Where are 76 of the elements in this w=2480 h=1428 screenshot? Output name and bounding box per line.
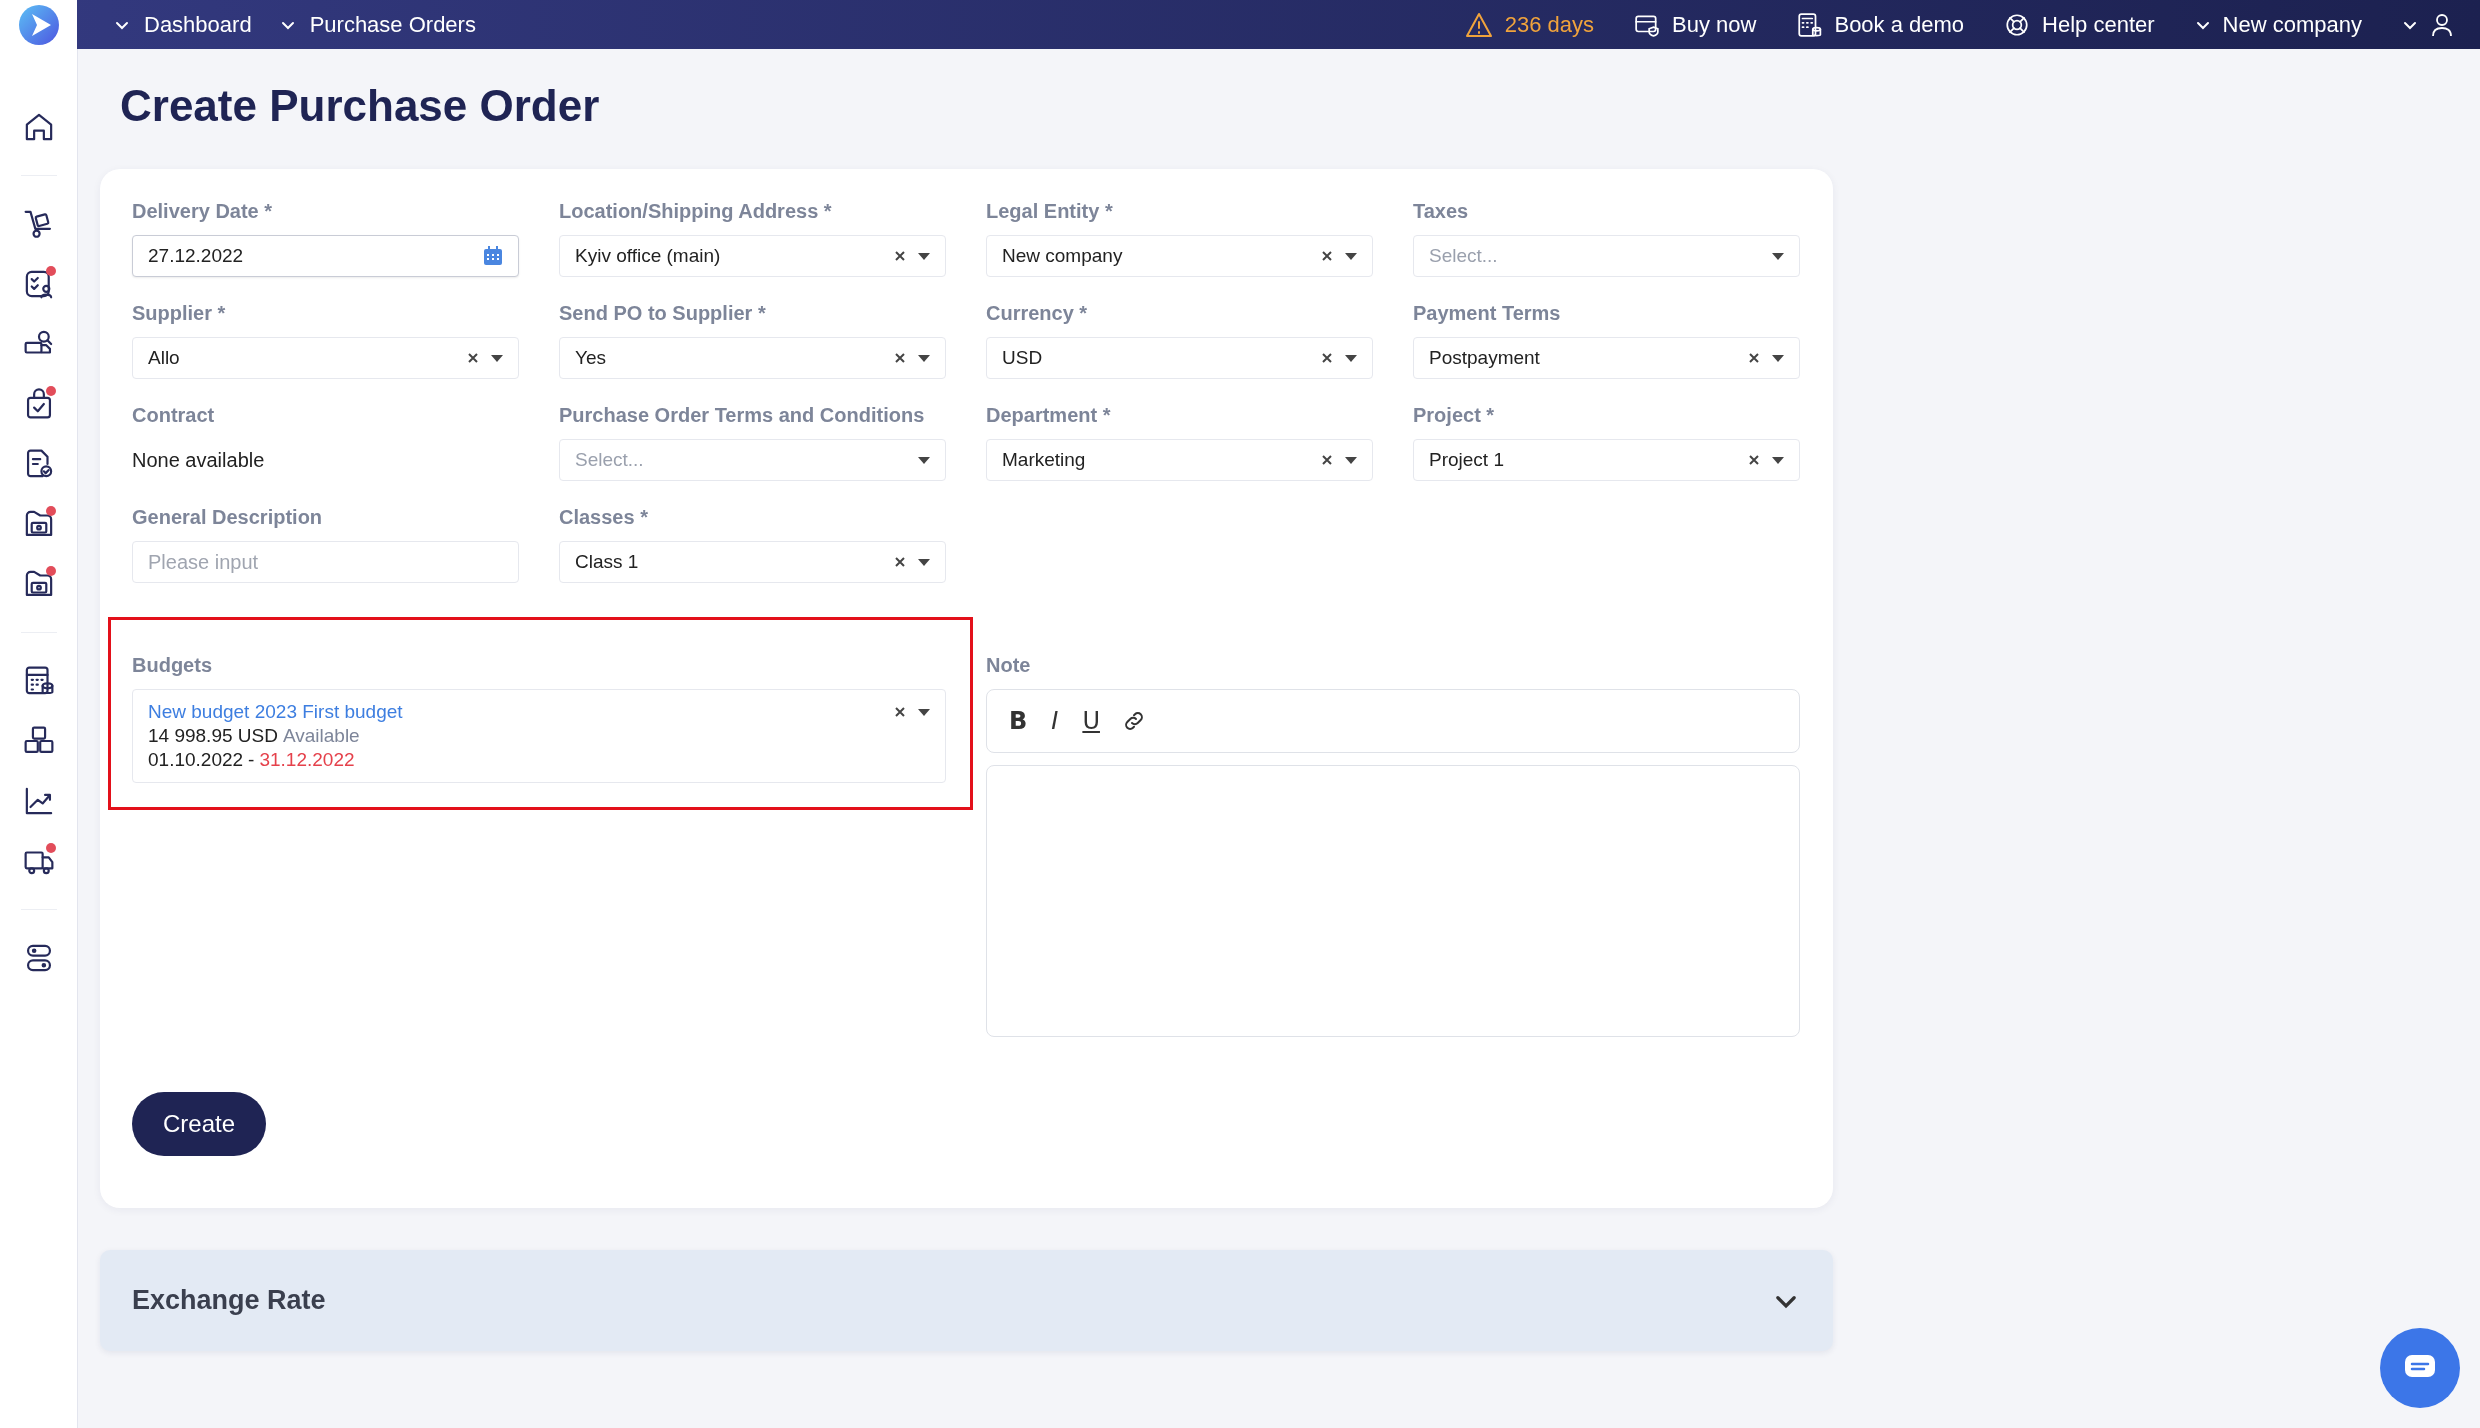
clear-icon[interactable] [893, 249, 907, 263]
input-field[interactable]: Please input [132, 541, 519, 583]
exchange-rate-panel[interactable]: Exchange Rate [100, 1250, 1833, 1351]
calculator-coins-icon[interactable] [1796, 11, 1823, 38]
clear-icon[interactable] [1747, 351, 1761, 365]
company-selector[interactable]: New company [2222, 11, 2362, 38]
format-button[interactable]: B [1007, 707, 1030, 735]
caret-icon[interactable] [917, 557, 931, 567]
topbar-link[interactable]: Buy now [1672, 11, 1757, 38]
breadcrumb-link[interactable]: Purchase Orders [309, 11, 476, 38]
caret-icon[interactable] [1771, 251, 1785, 261]
field-label: Legal Entity * [986, 199, 1114, 223]
field-label: Taxes [1413, 199, 1470, 223]
format-button[interactable]: I [1049, 707, 1061, 735]
budget-start-date: 01.10.2022 [148, 748, 244, 772]
trial-days: 236 days [1504, 11, 1595, 38]
page-title: Create Purchase Order [120, 81, 601, 131]
field-label: Currency * [986, 301, 1089, 325]
clear-icon[interactable] [893, 351, 907, 365]
clear-icon[interactable] [893, 555, 907, 569]
select-field[interactable]: USD [986, 337, 1373, 379]
budget-select[interactable]: New budget 2023 First budget 14 998.95 USD Available 01.10.2022 - 31.12.2022 [132, 689, 946, 783]
lifebuoy-icon[interactable] [2004, 11, 2031, 38]
select-field[interactable]: Marketing [986, 439, 1373, 481]
field-label: Note [986, 653, 1032, 677]
available-label: Available [282, 724, 360, 748]
user-icon[interactable] [2430, 12, 2454, 37]
field-value: None available [132, 447, 266, 473]
caret-icon[interactable] [917, 455, 931, 465]
select-field[interactable]: Project 1 [1413, 439, 1800, 481]
budget-name: New budget 2023 First budget [148, 700, 404, 724]
field-label: Contract [132, 403, 216, 427]
format-button[interactable]: U [1080, 707, 1102, 735]
field-label: Payment Terms [1413, 301, 1562, 325]
budget-amount: 14 998.95 USD [148, 724, 278, 748]
calendar-icon[interactable] [482, 245, 504, 267]
breadcrumb-link[interactable]: Dashboard [144, 11, 252, 38]
caret-icon[interactable] [1344, 251, 1358, 261]
clear-icon[interactable] [1747, 453, 1761, 467]
caret-icon[interactable] [917, 707, 931, 717]
caret-icon[interactable] [917, 353, 931, 363]
caret-icon[interactable] [1344, 353, 1358, 363]
clear-icon[interactable] [1320, 249, 1334, 263]
date-separator: - [248, 748, 255, 772]
clear-icon[interactable] [1320, 351, 1334, 365]
field-label: Department * [986, 403, 1112, 427]
field-label: Supplier * [132, 301, 227, 325]
warning-icon [1464, 11, 1493, 38]
budget-end-date: 31.12.2022 [259, 748, 355, 772]
select-field[interactable]: Allo [132, 337, 519, 379]
logo-icon[interactable] [18, 4, 59, 45]
field-label: Delivery Date * [132, 199, 274, 223]
field-label: Purchase Order Terms and Conditions [559, 403, 926, 427]
select-field[interactable]: Yes [559, 337, 946, 379]
select-field[interactable]: New company [986, 235, 1373, 277]
field-label: Classes * [559, 505, 649, 529]
clear-icon[interactable] [893, 705, 907, 719]
caret-icon[interactable] [1771, 353, 1785, 363]
select-field[interactable]: Postpayment [1413, 337, 1800, 379]
topbar-link[interactable]: Book a demo [1834, 11, 1965, 38]
caret-icon[interactable] [1344, 455, 1358, 465]
field-label: Budgets [132, 653, 213, 677]
caret-icon[interactable] [917, 251, 931, 261]
select-field[interactable]: Class 1 [559, 541, 946, 583]
caret-icon[interactable] [1771, 455, 1785, 465]
field-label: Location/Shipping Address * [559, 199, 833, 223]
select-field[interactable]: Kyiv office (main) [559, 235, 946, 277]
date-field[interactable]: 27.12.2022 [132, 235, 519, 277]
caret-icon[interactable] [490, 353, 504, 363]
create-button[interactable]: Create [132, 1092, 267, 1156]
field-label: Send PO to Supplier * [559, 301, 767, 325]
clear-icon[interactable] [466, 351, 480, 365]
topbar-link[interactable]: Help center [2042, 11, 2155, 38]
field-label: Project * [1413, 403, 1496, 427]
clear-icon[interactable] [1320, 453, 1334, 467]
field-label: General Description [132, 505, 324, 529]
